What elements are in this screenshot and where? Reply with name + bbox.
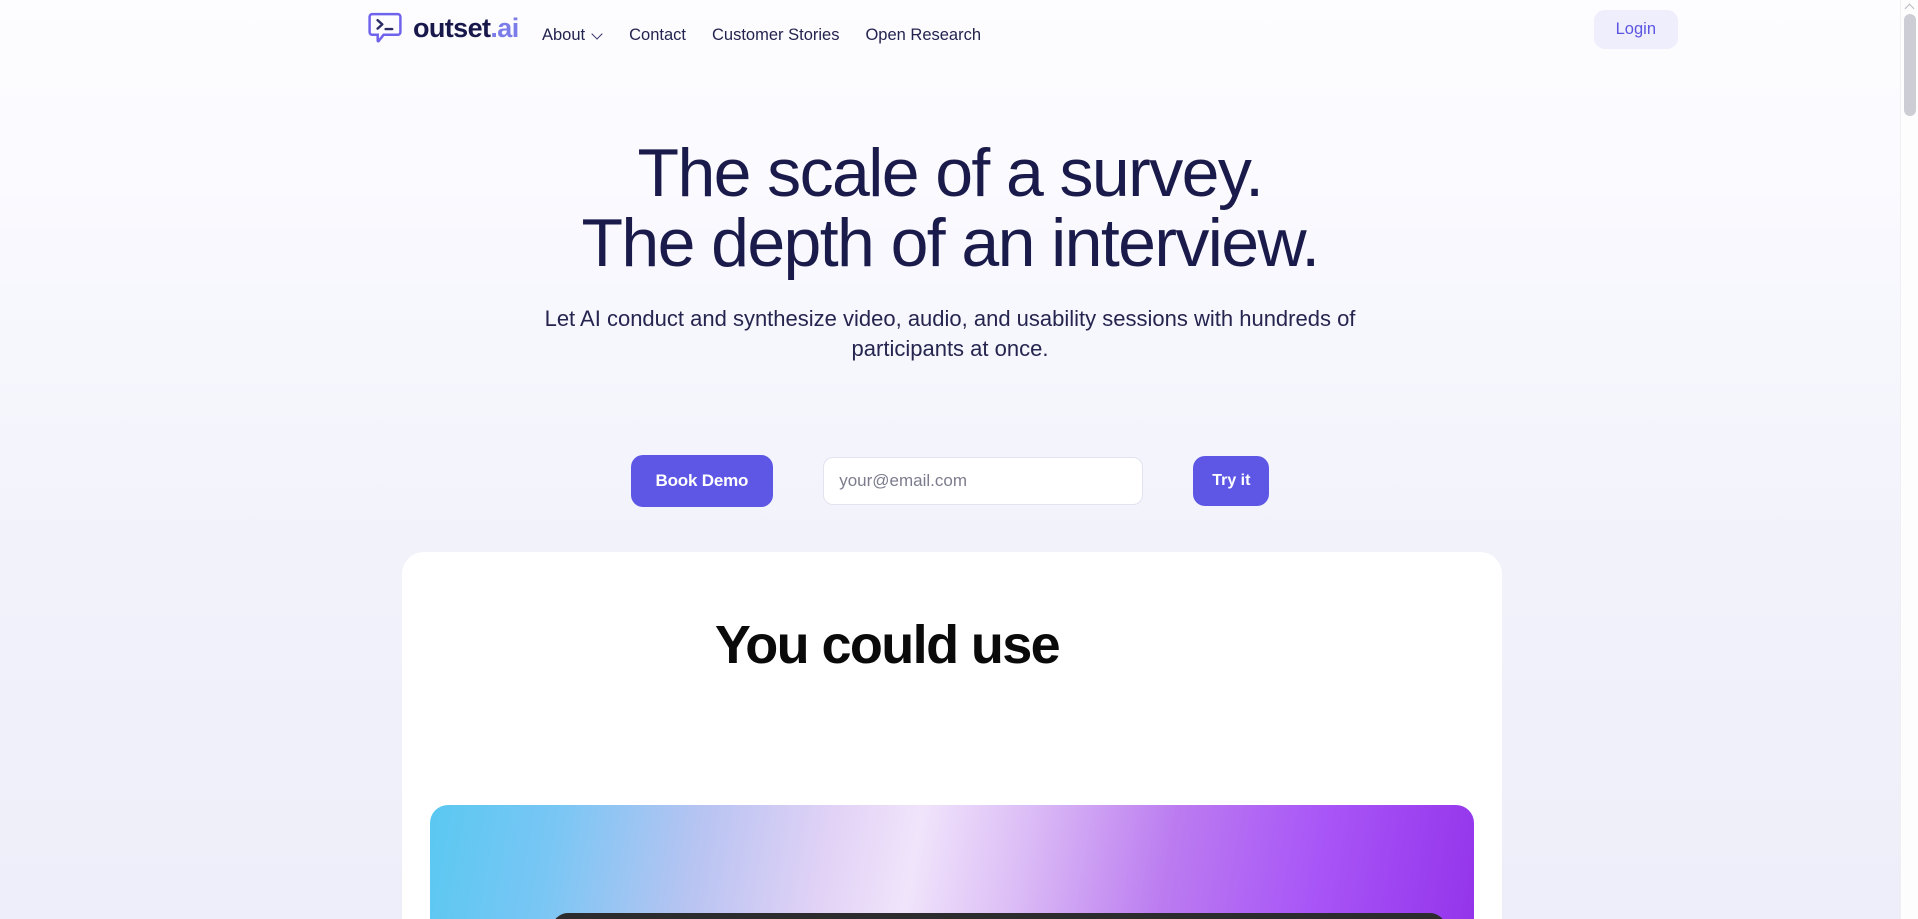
brand-wordmark: outset.ai xyxy=(413,12,519,43)
panel-heading: You could use xyxy=(714,615,1061,675)
book-demo-button[interactable]: Book Demo xyxy=(630,455,774,507)
headline-line-2: The depth of an interview. xyxy=(581,205,1320,282)
scrollbar-thumb[interactable] xyxy=(1904,14,1916,116)
nav-item-contact[interactable]: Contact xyxy=(627,22,688,49)
nav-item-contact-label: Contact xyxy=(629,25,686,44)
page-scrollbar[interactable] xyxy=(1900,0,1918,919)
page-title: The scale of a survey. The depth of an i… xyxy=(0,138,1900,278)
hero-subheadline: Let AI conduct and synthesize video, aud… xyxy=(544,306,1356,362)
nav-item-about[interactable]: About xyxy=(540,22,605,49)
brand-name-suffix: .ai xyxy=(490,12,519,43)
gradient-product-card xyxy=(430,805,1474,919)
chevron-down-icon xyxy=(592,29,603,40)
email-input[interactable] xyxy=(823,457,1144,505)
nav-item-customer-stories[interactable]: Customer Stories xyxy=(710,22,841,49)
try-it-button[interactable]: Try it xyxy=(1193,456,1270,506)
nav-item-about-label: About xyxy=(542,25,586,44)
page-viewport: outset.ai About Contact Customer Stories… xyxy=(0,0,1900,919)
nav-item-open-research-label: Open Research xyxy=(865,25,982,44)
device-mockup-back xyxy=(552,913,1446,919)
login-button[interactable]: Login xyxy=(1593,10,1678,49)
content-panel: You could use xyxy=(402,552,1502,919)
nav-item-customer-stories-label: Customer Stories xyxy=(712,25,840,44)
site-header: outset.ai About Contact Customer Stories… xyxy=(0,0,1900,70)
scroll-up-arrow-icon[interactable] xyxy=(1905,2,1915,12)
brand-logo-link[interactable]: outset.ai xyxy=(368,11,519,45)
terminal-speech-bubble-logo-icon xyxy=(368,11,402,45)
primary-navigation: About Contact Customer Stories Open Rese… xyxy=(540,0,983,70)
hero-section: The scale of a survey. The depth of an i… xyxy=(0,138,1900,365)
nav-item-open-research[interactable]: Open Research xyxy=(863,22,983,49)
headline-line-1: The scale of a survey. xyxy=(637,135,1265,211)
brand-name-primary: outset xyxy=(413,12,491,43)
hero-cta-row: Book Demo Try it xyxy=(0,455,1900,507)
